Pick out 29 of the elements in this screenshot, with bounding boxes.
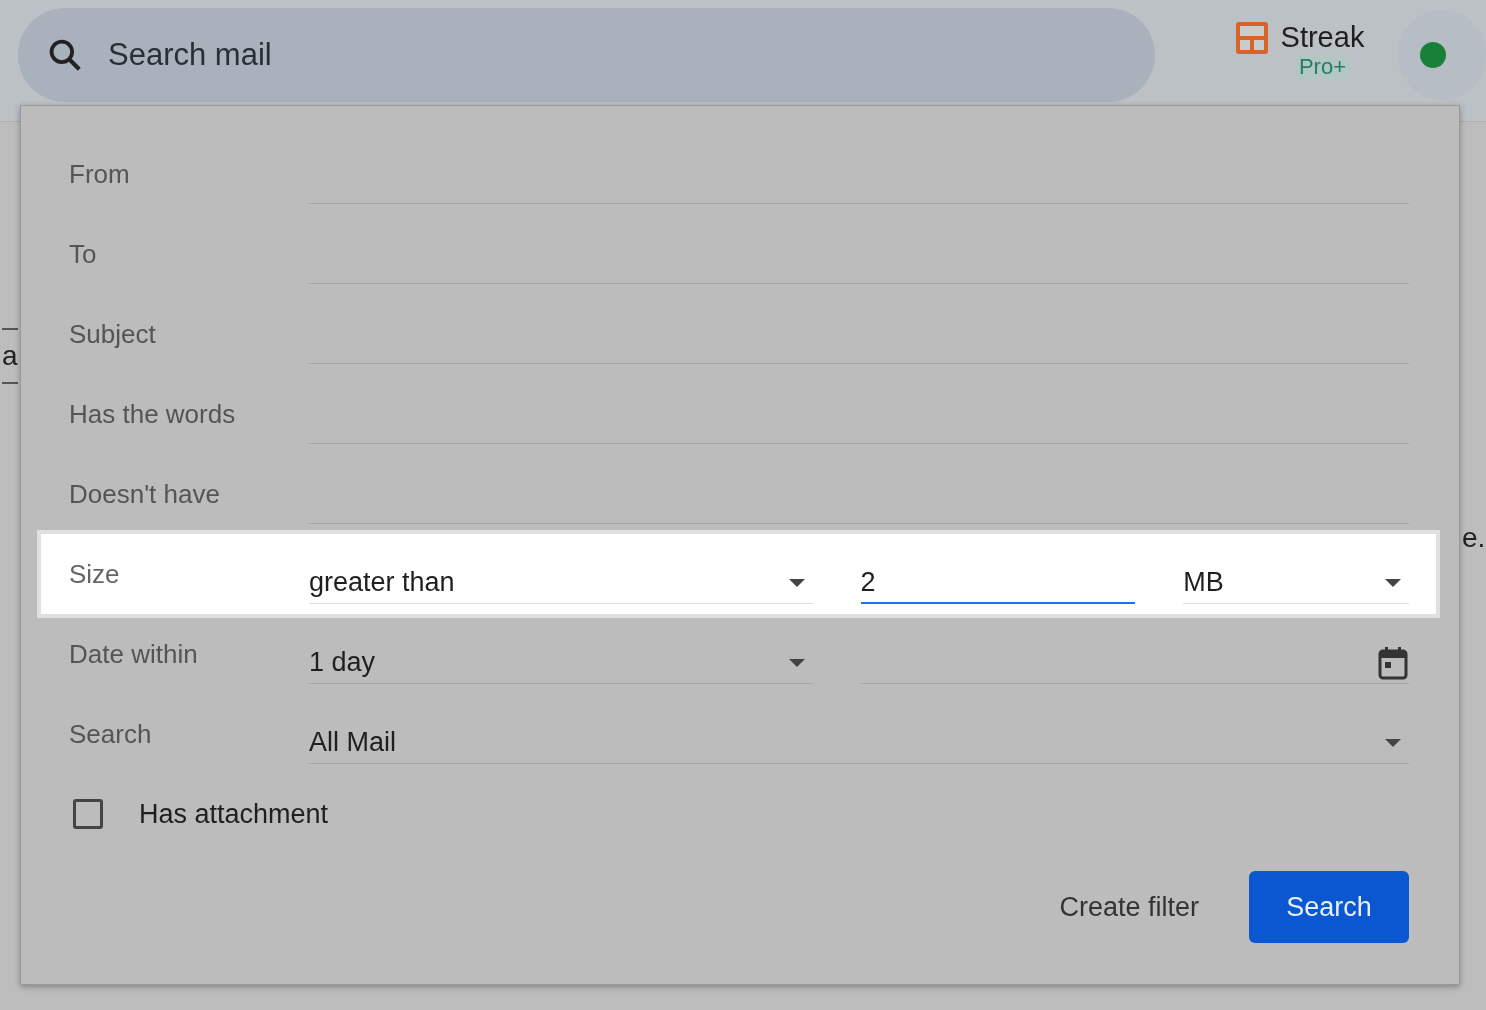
field-label: Doesn't have xyxy=(69,478,221,510)
field-label: Search xyxy=(69,718,153,750)
operator-dropdown[interactable]: greater than xyxy=(309,562,813,604)
field-label: Size xyxy=(69,558,121,590)
caret-icon xyxy=(1385,738,1401,747)
caret-icon xyxy=(789,658,805,667)
search-input[interactable]: Search mail xyxy=(106,35,710,74)
create-filter-button[interactable]: Create filter xyxy=(1035,871,1223,943)
size-input[interactable]: 2 xyxy=(860,562,1136,604)
status-dot-icon xyxy=(1420,41,1447,68)
date-range-dropdown[interactable]: 1 day xyxy=(309,642,813,684)
field-label: Has the words xyxy=(69,398,237,430)
plan-badge: Pro+ xyxy=(1294,54,1350,80)
background-text: a xyxy=(2,328,18,384)
field-label: To xyxy=(69,238,98,270)
streak-label[interactable]: Streak xyxy=(1280,21,1365,54)
checkbox[interactable] xyxy=(73,799,103,829)
background-text: e. xyxy=(1462,522,1486,554)
field-label: From xyxy=(69,158,131,190)
unit-dropdown[interactable]: MB xyxy=(1183,562,1409,604)
checkbox-label: Has attachment xyxy=(139,798,329,830)
field-label: Subject xyxy=(69,318,157,350)
caret-icon xyxy=(1385,578,1401,587)
caret-icon xyxy=(788,578,805,587)
streak-logo-icon xyxy=(1234,21,1269,55)
mailbox-dropdown[interactable]: All Mail xyxy=(309,722,1409,764)
search-button[interactable]: Search xyxy=(1249,871,1409,943)
field-label: Date within xyxy=(69,638,199,670)
calendar-icon xyxy=(1377,645,1409,680)
